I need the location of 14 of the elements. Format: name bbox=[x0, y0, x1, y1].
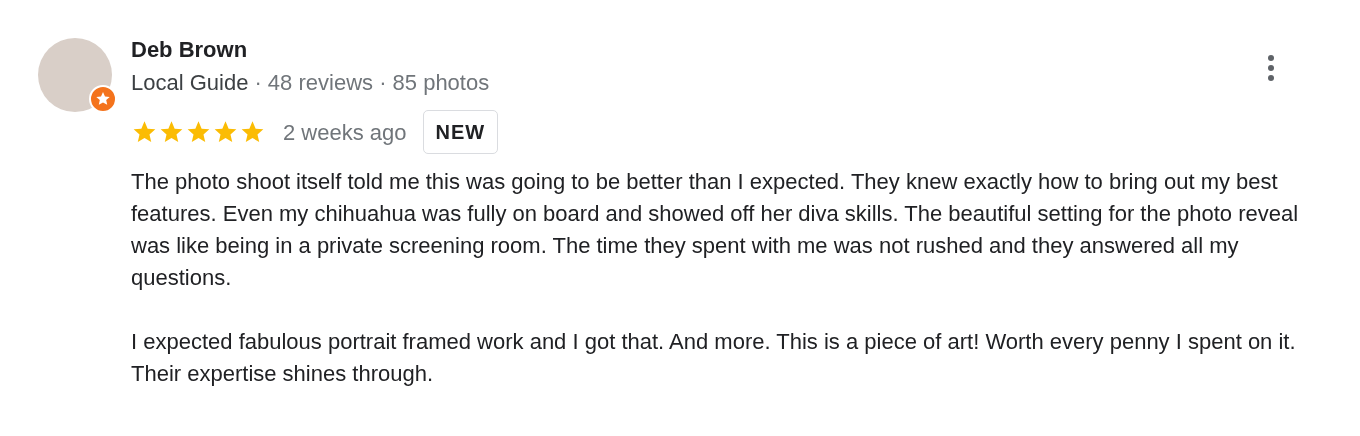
more-vertical-icon bbox=[1268, 55, 1274, 81]
reviewer-name[interactable]: Deb Brown bbox=[131, 36, 1339, 64]
star-icon bbox=[239, 119, 266, 145]
review-text: I expected fabulous portrait framed work and I got that. And more. This is a piece of art! Worth every penny I spent on it. Their expertise shines through. bbox=[131, 328, 1297, 388]
star-icon bbox=[158, 119, 185, 145]
review-time: 2 weeks ago bbox=[283, 118, 407, 147]
new-tag: NEW bbox=[422, 110, 499, 154]
star-icon bbox=[131, 119, 158, 145]
star-icon bbox=[212, 119, 239, 145]
reviewer-stats: · 48 reviews · 85 photos bbox=[254, 69, 490, 97]
local-guide-label: Local Guide bbox=[131, 69, 249, 97]
review-text: The photo shoot itself told me this was going to be better than I expected. They knew exactly how to bring out my best features. Even my chihuahua was fully on board and showed off her diva skills. The beautiful setting for the photo reveal was like being in a private screening room. The time they spent with me was not rushed and they answered all my questions. bbox=[131, 168, 1300, 292]
star-icon bbox=[185, 119, 212, 145]
local-guide-badge-icon bbox=[89, 85, 117, 113]
